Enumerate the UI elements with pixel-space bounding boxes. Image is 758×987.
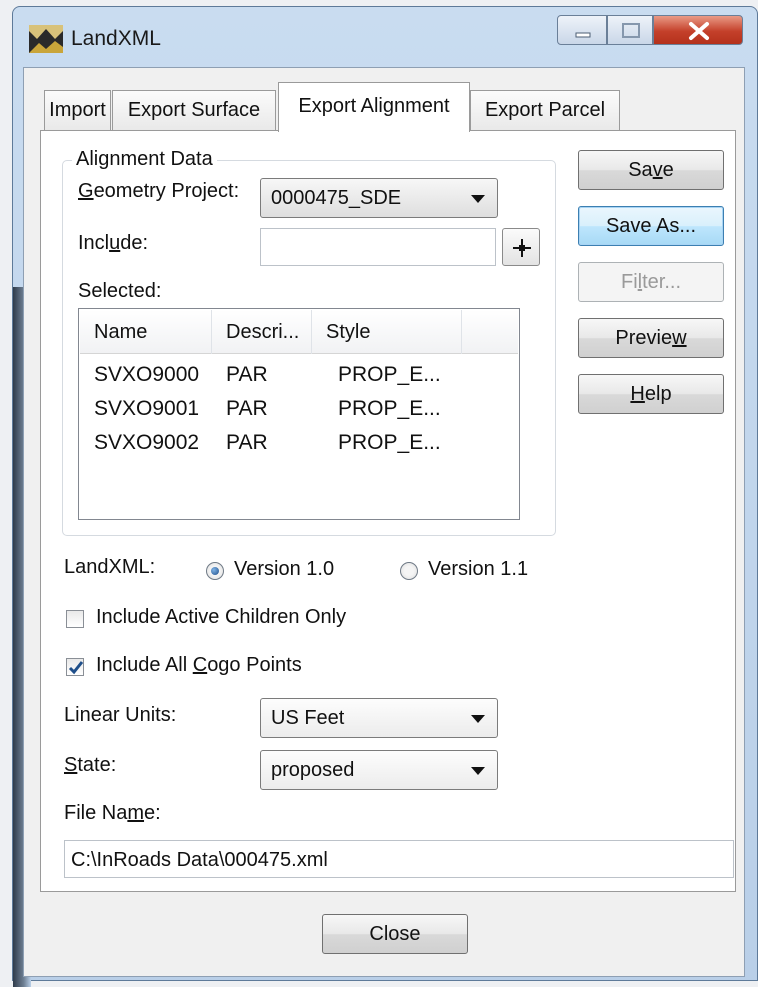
list-header: Name Descri... Style xyxy=(80,310,518,354)
include-active-children-checkbox[interactable] xyxy=(66,610,84,628)
save-button[interactable]: Save xyxy=(578,150,724,190)
minimize-button[interactable] xyxy=(557,15,607,45)
tab-export-parcel[interactable]: Export Parcel xyxy=(470,90,620,130)
help-button[interactable]: Help xyxy=(578,374,724,414)
pick-alignment-button[interactable] xyxy=(502,228,540,266)
selected-alignments-list[interactable]: Name Descri... Style SVXO9000 PAR PROP_E… xyxy=(78,308,520,520)
include-cogo-points-checkbox[interactable] xyxy=(66,658,84,676)
chevron-down-icon xyxy=(471,195,485,203)
window-title: LandXML xyxy=(71,27,161,50)
minimize-icon xyxy=(575,32,591,38)
geometry-project-value: 0000475_SDE xyxy=(271,187,402,209)
save-as-button[interactable]: Save As... xyxy=(578,206,724,246)
tab-export-alignment[interactable]: Export Alignment xyxy=(278,82,470,132)
row-style: PROP_E... xyxy=(338,397,441,420)
row-description: PAR xyxy=(226,431,268,454)
version-1-0-label[interactable]: Version 1.0 xyxy=(234,558,334,581)
maximize-button[interactable] xyxy=(607,15,653,45)
file-name-input[interactable]: C:\InRoads Data\000475.xml xyxy=(64,840,734,878)
include-label: Include: xyxy=(78,232,149,254)
version-1-1-radio[interactable] xyxy=(400,562,418,580)
filter-button[interactable]: Filter... xyxy=(578,262,724,302)
landxml-app-icon xyxy=(29,25,63,53)
column-header-style[interactable]: Style xyxy=(312,310,462,354)
list-item[interactable]: SVXO9001 PAR PROP_E... xyxy=(80,397,500,427)
row-description: PAR xyxy=(226,397,268,420)
linear-units-label: Linear Units: xyxy=(64,704,177,726)
selected-label: Selected: xyxy=(78,280,162,302)
maximize-icon xyxy=(622,23,640,38)
dialog-client-area: Import Export Surface Export Alignment E… xyxy=(23,67,745,977)
geometry-project-dropdown[interactable]: 0000475_SDE xyxy=(260,178,498,218)
landxml-version-label: LandXML: xyxy=(64,556,156,578)
crosshair-pick-icon xyxy=(513,239,531,257)
chevron-down-icon xyxy=(471,715,485,723)
include-cogo-points-label[interactable]: Include All Cogo Points xyxy=(96,654,302,677)
column-header-name[interactable]: Name xyxy=(80,310,212,354)
version-1-0-radio[interactable] xyxy=(206,562,224,580)
file-name-label: File Name: xyxy=(64,802,161,824)
geometry-project-label: Geometry Project: xyxy=(78,180,240,202)
state-dropdown[interactable]: proposed xyxy=(260,750,498,790)
row-style: PROP_E... xyxy=(338,431,441,454)
row-name: SVXO9000 xyxy=(94,363,200,386)
row-name: SVXO9002 xyxy=(94,431,200,454)
checkmark-icon xyxy=(68,661,84,675)
list-item[interactable]: SVXO9002 PAR PROP_E... xyxy=(80,431,500,461)
list-item[interactable]: SVXO9000 PAR PROP_E... xyxy=(80,363,500,393)
linear-units-dropdown[interactable]: US Feet xyxy=(260,698,498,738)
row-style: PROP_E... xyxy=(338,363,441,386)
linear-units-value: US Feet xyxy=(271,707,345,729)
include-input[interactable] xyxy=(260,228,496,266)
state-label: State: xyxy=(64,754,117,776)
include-active-children-label[interactable]: Include Active Children Only xyxy=(96,606,346,629)
row-name: SVXO9001 xyxy=(94,397,200,420)
landxml-window: LandXML Import Export Surface Export Ali… xyxy=(12,6,758,987)
tab-export-surface[interactable]: Export Surface xyxy=(112,90,276,130)
version-1-1-label[interactable]: Version 1.1 xyxy=(428,558,528,581)
column-header-description[interactable]: Descri... xyxy=(212,310,312,354)
close-button[interactable]: Close xyxy=(322,914,468,954)
state-value: proposed xyxy=(271,759,355,781)
row-description: PAR xyxy=(226,363,268,386)
close-window-button[interactable] xyxy=(653,15,743,45)
preview-button[interactable]: Preview xyxy=(578,318,724,358)
tab-import[interactable]: Import xyxy=(44,90,111,130)
chevron-down-icon xyxy=(471,767,485,775)
close-icon xyxy=(689,22,709,40)
alignment-data-legend: Alignment Data xyxy=(72,148,217,171)
